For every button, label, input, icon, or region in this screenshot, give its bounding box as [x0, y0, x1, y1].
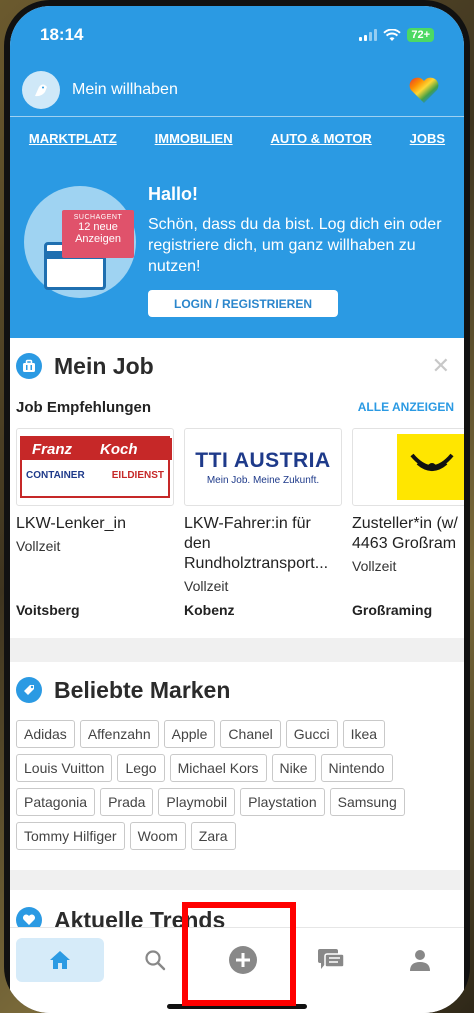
close-icon[interactable]: ✕ — [432, 353, 450, 379]
job-section: Mein Job ✕ Job Empfehlungen ALLE ANZEIGE… — [10, 338, 464, 638]
briefcase-icon — [16, 353, 42, 379]
job-logo: TTI AUSTRIA Mein Job. Meine Zukunft. — [184, 428, 342, 506]
category-immobilien[interactable]: IMMOBILIEN — [155, 131, 233, 146]
nav-messages[interactable] — [287, 938, 375, 982]
chat-icon — [318, 949, 346, 969]
brand-chip[interactable]: Michael Kors — [169, 754, 267, 782]
brands-section: Beliebte Marken Adidas Affenzahn Apple C… — [10, 662, 464, 870]
rainbow-heart-icon — [409, 77, 439, 103]
profile-avatar[interactable] — [22, 71, 60, 109]
brand-chip[interactable]: Playstation — [240, 788, 325, 816]
brand-chip[interactable]: Samsung — [329, 788, 405, 816]
status-time: 18:14 — [40, 25, 84, 44]
job-carousel: Franz Koch CONTAINER EILDIENST LKW-Lenke… — [10, 428, 464, 628]
bird-icon — [35, 84, 47, 97]
user-icon — [409, 950, 430, 971]
brand-chip[interactable]: Prada — [100, 788, 154, 816]
search-agent-tag: SUCHAGENT 12 neue Anzeigen — [62, 210, 134, 258]
brand-chip[interactable]: Affenzahn — [79, 720, 159, 748]
category-auto-motor[interactable]: AUTO & MOTOR — [270, 131, 371, 146]
show-all-link[interactable]: ALLE ANZEIGEN — [358, 400, 454, 414]
job-title: Zusteller*in (w/ 4463 Großram — [352, 515, 458, 552]
nav-profile[interactable] — [376, 938, 464, 982]
brand-chip[interactable]: Ikea — [342, 720, 386, 748]
status-bar: 18:14 72+ — [10, 6, 464, 64]
post-horn-icon — [397, 434, 464, 500]
job-type: Vollzeit — [352, 558, 397, 574]
brand-chip[interactable]: Adidas — [16, 720, 75, 748]
brand-chip[interactable]: Louis Vuitton — [16, 754, 113, 782]
job-recommendations-label: Job Empfehlungen — [16, 398, 151, 416]
job-location: Großraming — [352, 602, 433, 618]
tag-icon — [16, 677, 42, 703]
category-jobs[interactable]: JOBS — [410, 131, 445, 146]
job-title: LKW-Lenker_in — [16, 515, 126, 532]
category-nav: MARKTPLATZ IMMOBILIEN AUTO & MOTOR JOBS — [10, 116, 464, 160]
top-bar: Mein willhaben — [10, 64, 464, 116]
job-title: LKW-Fahrer:in für den Rundholztransport.… — [184, 515, 329, 572]
search-icon — [145, 950, 165, 971]
brand-chip[interactable]: Nintendo — [320, 754, 393, 782]
job-location: Kobenz — [184, 602, 235, 618]
app-screen: 18:14 72+ Mein willhaben MARKTPLATZ IMMO… — [10, 6, 464, 1013]
battery-indicator: 72+ — [407, 28, 434, 42]
topbar-title: Mein willhaben — [72, 81, 178, 98]
job-card[interactable]: TTI AUSTRIA Mein Job. Meine Zukunft. LKW… — [184, 428, 344, 618]
brand-chip[interactable]: Zara — [190, 822, 236, 850]
banner-text: Schön, dass du da bist. Log dich ein ode… — [148, 216, 442, 275]
login-register-button[interactable]: LOGIN / REGISTRIEREN — [148, 290, 338, 317]
nav-home[interactable] — [16, 938, 105, 982]
brand-chip[interactable]: Lego — [117, 754, 165, 782]
home-icon — [50, 951, 71, 969]
job-type: Vollzeit — [16, 538, 61, 554]
job-location: Voitsberg — [16, 602, 80, 618]
brand-chip[interactable]: Patagonia — [16, 788, 96, 816]
brand-chip[interactable]: Chanel — [220, 720, 281, 748]
job-card[interactable]: Franz Koch CONTAINER EILDIENST LKW-Lenke… — [16, 428, 176, 618]
login-banner: SUCHAGENT 12 neue Anzeigen Hallo! Schön,… — [10, 160, 464, 338]
wifi-icon — [383, 28, 402, 41]
brands-section-title: Beliebte Marken — [54, 676, 231, 703]
brand-chip[interactable]: Woom — [129, 822, 186, 850]
banner-title: Hallo! — [148, 184, 199, 204]
job-logo: Franz Koch CONTAINER EILDIENST — [16, 428, 174, 506]
brand-chip[interactable]: Tommy Hilfiger — [16, 822, 125, 850]
phone-frame: 18:14 72+ Mein willhaben MARKTPLATZ IMMO… — [4, 0, 470, 1013]
brand-chip[interactable]: Apple — [163, 720, 216, 748]
job-card[interactable]: Zusteller*in (w/ 4463 Großram Vollzeit G… — [352, 428, 464, 618]
highlight-box — [182, 902, 296, 1006]
brand-chip[interactable]: Gucci — [285, 720, 338, 748]
signal-icon — [359, 29, 378, 41]
job-logo — [352, 428, 464, 506]
brand-chips: Adidas Affenzahn Apple Chanel Gucci Ikea… — [10, 720, 464, 850]
brand-chip[interactable]: Playmobil — [158, 788, 236, 816]
brand-chip[interactable]: Nike — [271, 754, 316, 782]
job-type: Vollzeit — [184, 578, 229, 594]
job-section-title: Mein Job — [54, 352, 154, 379]
category-marktplatz[interactable]: MARKTPLATZ — [29, 131, 117, 146]
